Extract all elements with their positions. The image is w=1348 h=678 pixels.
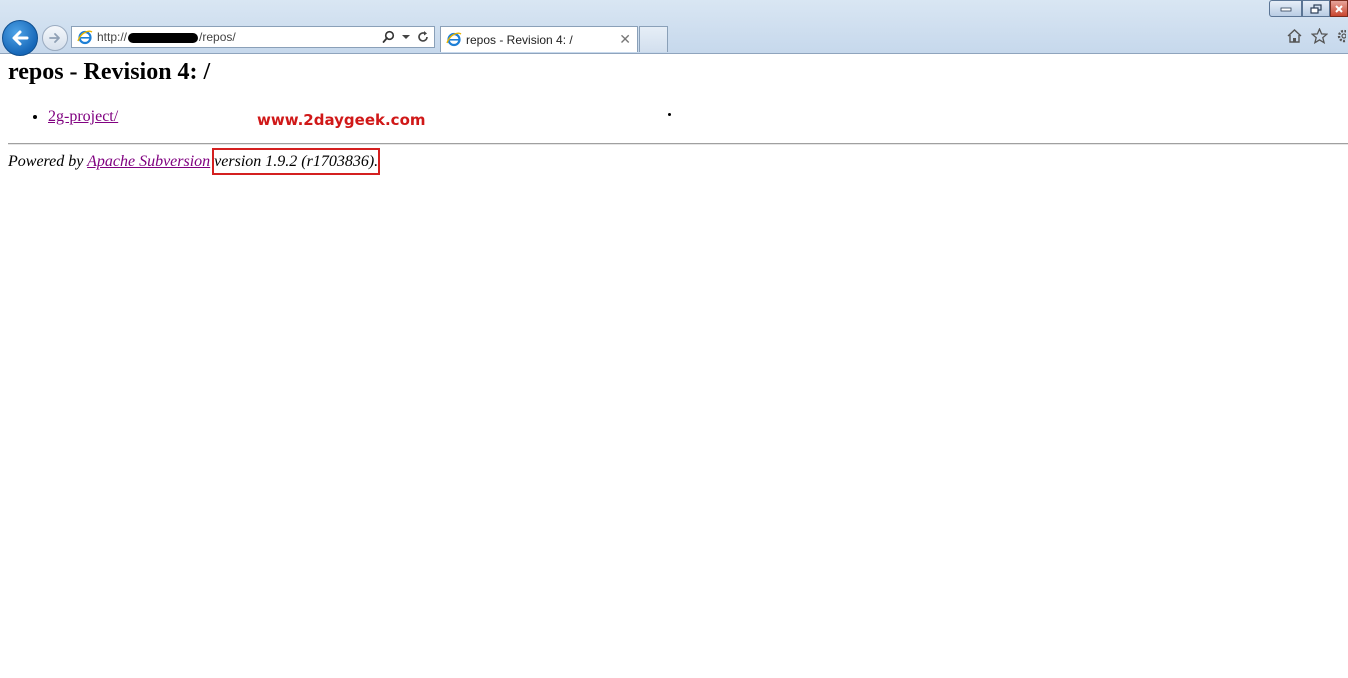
address-url: http:// /repos/ (97, 30, 236, 44)
gear-icon[interactable] (1336, 28, 1346, 44)
stray-dot (668, 113, 671, 116)
forward-arrow-icon (49, 33, 60, 43)
window-controls (1269, 0, 1348, 17)
horizontal-rule (8, 143, 1348, 145)
site-watermark: www.2daygeek.com (257, 111, 426, 129)
ie-page-icon (446, 32, 462, 47)
tab-repos[interactable]: repos - Revision 4: / ✕ (440, 26, 638, 52)
favorites-toolbar (1286, 28, 1346, 44)
minimize-icon (1280, 7, 1291, 11)
page-title: repos - Revision 4: / (8, 59, 211, 85)
minimize-button[interactable] (1269, 0, 1302, 17)
back-arrow-icon (12, 30, 29, 46)
address-suffix: /repos/ (199, 30, 236, 44)
close-icon (1335, 4, 1343, 13)
dropdown-icon[interactable] (402, 33, 410, 41)
apache-subversion-link[interactable]: Apache Subversion (87, 153, 210, 170)
version-highlight-box (212, 148, 380, 175)
footer-prefix: Powered by (8, 153, 88, 170)
refresh-icon[interactable] (416, 30, 430, 44)
redacted-host (128, 32, 199, 43)
list-item: 2g-project/ (48, 108, 118, 126)
search-icon[interactable] (382, 30, 396, 44)
maximize-icon (1310, 3, 1322, 14)
home-icon[interactable] (1286, 28, 1303, 44)
close-window-button[interactable] (1330, 0, 1348, 17)
address-bar[interactable]: http:// /repos/ (71, 26, 435, 48)
tab-title: repos - Revision 4: / (466, 33, 573, 47)
new-tab-button[interactable] (639, 26, 668, 52)
star-icon[interactable] (1311, 28, 1328, 44)
ie-page-icon (77, 30, 93, 45)
entry-link-2g-project[interactable]: 2g-project/ (48, 108, 118, 125)
back-button[interactable] (2, 20, 38, 56)
forward-button[interactable] (42, 25, 68, 51)
tab-close-button[interactable]: ✕ (619, 31, 631, 48)
browser-chrome: http:// /repos/ repos - Revision 4: / ✕ (0, 0, 1348, 56)
maximize-button[interactable] (1302, 0, 1330, 17)
directory-listing: 2g-project/ (8, 108, 118, 126)
address-prefix: http:// (97, 30, 128, 44)
